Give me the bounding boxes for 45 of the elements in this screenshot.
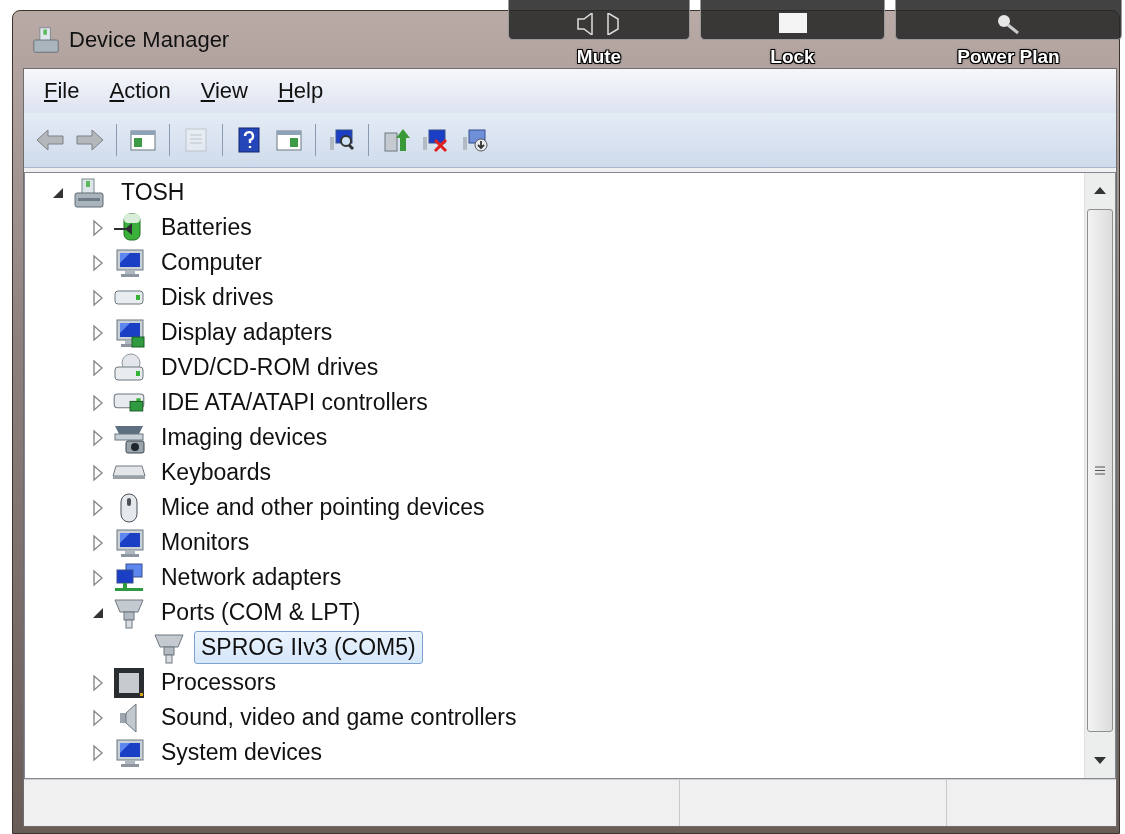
monitor-down-arrow-icon bbox=[460, 127, 490, 153]
tree-item[interactable]: Computer bbox=[154, 246, 269, 279]
tree-item[interactable]: Mice and other pointing devices bbox=[154, 491, 492, 524]
menu-item[interactable]: File bbox=[32, 74, 92, 108]
menu-item[interactable]: View bbox=[188, 74, 260, 108]
tree-item[interactable]: Monitors bbox=[154, 526, 257, 559]
tree-item[interactable]: Imaging devices bbox=[154, 421, 335, 454]
disk-drive-icon bbox=[112, 289, 146, 306]
tree-item[interactable]: DVD/CD-ROM drives bbox=[154, 351, 386, 384]
monitor-magnifier-icon bbox=[327, 127, 357, 153]
scroll-up-icon[interactable] bbox=[1094, 186, 1106, 194]
tree-item[interactable]: Batteries bbox=[154, 211, 259, 244]
tree-item[interactable]: TOSH bbox=[114, 176, 192, 209]
tree-item[interactable]: Processors bbox=[154, 666, 284, 699]
tree-item[interactable]: IDE ATA/ATAPI controllers bbox=[154, 386, 435, 419]
tree-item[interactable]: System devices bbox=[154, 736, 330, 769]
pane-window-icon bbox=[274, 127, 304, 153]
forward-arrow-icon bbox=[75, 127, 105, 153]
tree-item[interactable]: Sound, video and game controllers bbox=[154, 701, 524, 734]
serial-port-icon bbox=[112, 596, 146, 629]
menu-item[interactable]: Action bbox=[97, 74, 183, 108]
monitor-cross-icon bbox=[420, 127, 450, 153]
lock-icon bbox=[777, 13, 808, 35]
network-adapter-icon bbox=[112, 561, 146, 594]
grip-icon bbox=[1095, 466, 1105, 475]
tree-item[interactable]: SPROG IIv3 (COM5) bbox=[194, 631, 423, 664]
tree-item[interactable]: Network adapters bbox=[154, 561, 349, 594]
tree-item[interactable]: Ports (COM & LPT) bbox=[154, 596, 368, 629]
tree-item[interactable]: Disk drives bbox=[154, 281, 281, 314]
laptop-icon bbox=[31, 25, 61, 54]
tree-item[interactable]: Keyboards bbox=[154, 456, 278, 489]
processor-icon bbox=[112, 666, 146, 699]
back-arrow-icon bbox=[35, 127, 65, 153]
window-title: Device Manager bbox=[69, 26, 230, 53]
menu-item[interactable]: Help bbox=[265, 74, 336, 108]
keyboard-icon bbox=[112, 465, 146, 480]
tree-item[interactable]: Display adapters bbox=[154, 316, 340, 349]
controller-icon bbox=[112, 393, 146, 412]
scrollbar[interactable] bbox=[1084, 173, 1115, 778]
optical-drive-icon bbox=[112, 351, 146, 384]
scroll-thumb[interactable] bbox=[1087, 209, 1113, 732]
pane-window-icon bbox=[128, 127, 158, 153]
scroll-down-icon[interactable] bbox=[1094, 757, 1106, 765]
laptop-icon bbox=[72, 176, 106, 209]
serial-port-icon bbox=[152, 631, 186, 664]
